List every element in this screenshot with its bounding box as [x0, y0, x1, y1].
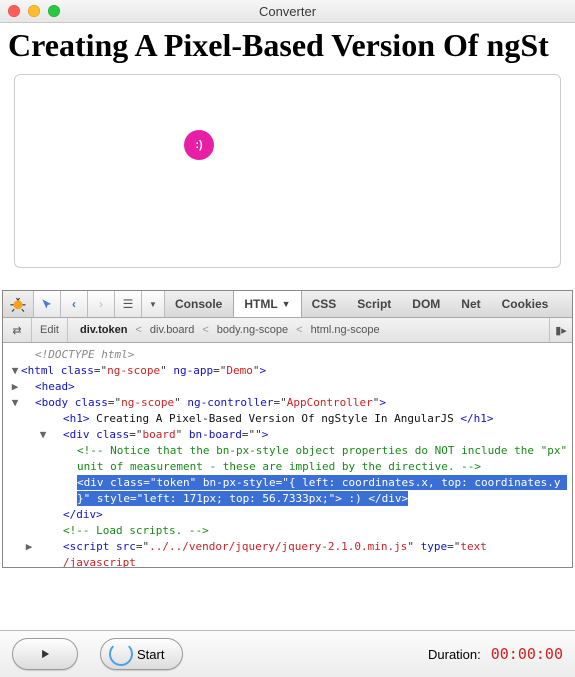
titlebar[interactable]: Converter: [0, 0, 575, 23]
twisty-icon[interactable]: ▼: [9, 427, 49, 443]
close-icon[interactable]: [8, 5, 20, 17]
crumb-html[interactable]: html.ng-scope: [303, 324, 388, 336]
tree-h1[interactable]: <h1> Creating A Pixel-Based Version Of n…: [21, 411, 494, 427]
chevron-down-icon: ▼: [282, 299, 291, 309]
tree-body[interactable]: <body class="ng-scope" ng-controller="Ap…: [21, 395, 386, 411]
side-panel-toggle-icon[interactable]: ▮▸: [549, 318, 572, 342]
edit-button[interactable]: Edit: [32, 324, 67, 336]
devtools-toolbar: ‹ › ☰ ▼ Console HTML ▼ CSS Script DOM Ne…: [3, 291, 572, 318]
tree-comment-board: <!-- Notice that the bn-px-style object …: [21, 443, 570, 475]
nav-back-icon[interactable]: ‹: [61, 291, 88, 317]
tab-cookies[interactable]: Cookies: [492, 291, 560, 317]
minimize-icon[interactable]: [28, 5, 40, 17]
tab-html[interactable]: HTML ▼: [233, 291, 301, 317]
dropdown-icon[interactable]: ▼: [142, 291, 165, 317]
duration-value: 00:00:00: [491, 645, 563, 663]
traffic-lights: [8, 5, 60, 17]
tab-script[interactable]: Script: [347, 291, 402, 317]
crumb-body[interactable]: body.ng-scope: [209, 324, 296, 336]
zoom-icon[interactable]: [48, 5, 60, 17]
window-title: Converter: [8, 4, 567, 19]
token[interactable]: :): [184, 130, 214, 160]
app-window: Converter Creating A Pixel-Based Version…: [0, 0, 575, 677]
menu-lines-icon[interactable]: ☰: [115, 291, 142, 317]
tab-html-label: HTML: [244, 297, 277, 311]
firebug-icon[interactable]: [3, 291, 34, 317]
inspect-icon[interactable]: [34, 291, 61, 317]
start-button-label: Start: [137, 647, 164, 662]
twisty-icon[interactable]: ▶: [9, 539, 35, 555]
tree-div-token[interactable]: <div class="token" bn-px-style="{ left: …: [21, 475, 570, 507]
tree-doctype: <!DOCTYPE html>: [21, 347, 134, 363]
breadcrumb-bar: ⇄ Edit div.token < div.board < body.ng-s…: [3, 318, 572, 343]
tree-script[interactable]: <script src="../../vendor/jquery/jquery-…: [35, 539, 487, 567]
tree-div-close[interactable]: </div>: [21, 507, 103, 523]
duration-label: Duration:: [428, 647, 481, 662]
arrows-icon[interactable]: ⇄: [3, 318, 32, 342]
start-button[interactable]: Start: [100, 638, 183, 670]
crumb-token[interactable]: div.token: [72, 324, 135, 336]
tab-css[interactable]: CSS: [302, 291, 348, 317]
tree-html[interactable]: <html class="ng-scope" ng-app="Demo">: [21, 363, 266, 379]
devtools-tabs: Console HTML ▼ CSS Script DOM Net Cookie…: [165, 291, 572, 317]
play-button[interactable]: [12, 638, 78, 670]
spinner-icon: [109, 642, 133, 666]
devtools-panel: ‹ › ☰ ▼ Console HTML ▼ CSS Script DOM Ne…: [2, 290, 573, 568]
preview-viewport: Creating A Pixel-Based Version Of ngSt :…: [0, 27, 575, 268]
tab-dom[interactable]: DOM: [402, 291, 451, 317]
tree-comment-scripts: <!-- Load scripts. -->: [21, 523, 209, 539]
html-tree[interactable]: <!DOCTYPE html> ▼<html class="ng-scope" …: [3, 343, 572, 567]
tree-head[interactable]: <head>: [21, 379, 75, 395]
crumb-board[interactable]: div.board: [142, 324, 202, 336]
twisty-icon[interactable]: ▶: [9, 379, 21, 395]
nav-forward-icon[interactable]: ›: [88, 291, 115, 317]
bottom-toolbar: Start Duration: 00:00:00: [0, 630, 575, 677]
tab-console[interactable]: Console: [165, 291, 233, 317]
duration-display: Duration: 00:00:00: [428, 645, 563, 663]
page-title: Creating A Pixel-Based Version Of ngSt: [8, 27, 567, 64]
twisty-icon[interactable]: ▼: [9, 395, 21, 411]
board[interactable]: :): [14, 74, 561, 268]
tab-net[interactable]: Net: [451, 291, 491, 317]
twisty-icon[interactable]: ▼: [9, 363, 21, 379]
tree-div-board[interactable]: <div class="board" bn-board="">: [49, 427, 268, 443]
